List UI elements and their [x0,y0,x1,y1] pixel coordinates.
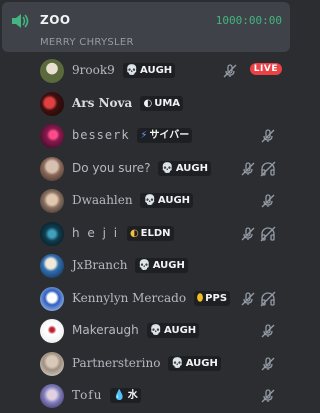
tag-badge: 💀 AUGH [146,323,200,338]
username: Partnersterino 💀 AUGH [72,355,221,371]
username: Do you sure? 💀 AUGH [72,160,211,176]
username: Dwaahlen 💀 AUGH [72,193,194,208]
username-text: Tofu [72,388,103,402]
username: JxBranch 💀 AUGH [72,258,188,273]
muted-icon [241,161,255,175]
avatar [40,286,64,311]
voice-user[interactable]: besserk ⚡ サイバー [36,120,288,153]
tag-badge: ◐ UMA [140,95,184,111]
username: 9rook9 💀 AUGH [72,63,176,78]
channel-status: MERRY CHRYSLER [40,37,134,48]
speaker-icon [12,14,29,28]
muted-icon [261,194,275,208]
muted-icon [241,291,255,305]
tag-badge: 💀 AUGH [122,63,176,78]
avatar [40,351,64,376]
username: Kennylyn Mercado ⬮ PPS [72,290,231,306]
voice-channel-header[interactable]: ZOO 1000:00:00 MERRY CHRYSLER [2,2,290,52]
tag-badge: ⬮ PPS [193,290,231,306]
avatar [40,221,64,246]
moon-icon: ◐ [143,97,153,109]
channel-name: ZOO [40,13,71,27]
avatar [40,124,64,148]
skull-icon: 💀 [138,260,151,271]
username-text: besserk [72,128,130,142]
username-text: 9rook9 [72,63,115,77]
live-badge: LIVE [249,63,282,75]
username: Tofu 💧 水 [72,388,141,403]
voice-user[interactable]: Do you sure? 💀 AUGH [36,153,288,186]
username-text: h e j i [72,225,120,240]
tag-badge: 💀 AUGH [158,160,211,176]
username: Ars Nova ◐ UMA [72,95,184,111]
username-text: Kennylyn Mercado [72,290,187,305]
username: Makeraugh 💀 AUGH [72,323,200,338]
avatar [40,254,64,278]
deafened-icon [260,291,276,306]
muted-icon [261,389,275,403]
muted-icon [261,129,275,143]
voice-user-list: 9rook9 💀 AUGH LIVE Ars Nova ◐ UMA besserk … [0,55,294,413]
moon-icon: ◐ [129,227,139,239]
tag-badge: 💧 水 [110,388,141,403]
avatar [40,189,64,213]
username: besserk ⚡ サイバー [72,128,193,143]
avatar [40,319,64,343]
avatar [40,156,64,181]
tag-badge: ◐ ELDN [126,225,174,241]
lightning-icon: ⚡ [140,130,148,141]
skull-icon: 💀 [161,162,174,174]
username-text: Dwaahlen [72,193,133,207]
muted-icon [261,356,275,370]
voice-user[interactable]: 9rook9 💀 AUGH LIVE [36,55,288,88]
voice-user[interactable]: Kennylyn Mercado ⬮ PPS [36,283,288,316]
voice-user[interactable]: Ars Nova ◐ UMA [36,88,288,121]
channel-timer: 1000:00:00 [215,14,282,27]
avatar [40,59,64,83]
skull-icon: 💀 [125,65,139,76]
username-text: Ars Nova [72,95,133,110]
username-text: JxBranch [72,258,128,272]
skull-icon: 💀 [149,325,163,336]
skull-icon: 💀 [143,195,156,206]
voice-user[interactable]: JxBranch 💀 AUGH [36,250,288,283]
username: h e j i ◐ ELDN [72,225,174,241]
deafened-icon [260,161,276,176]
tag-badge: 💀 AUGH [168,355,221,371]
voice-user[interactable]: Tofu 💧 水 [36,380,288,413]
muted-icon [241,226,255,240]
deafened-icon [260,226,276,241]
tag-badge: 💀 AUGH [140,193,194,208]
voice-user[interactable]: Partnersterino 💀 AUGH [36,348,288,381]
username-text: Partnersterino [72,355,161,370]
username-text: Makeraugh [72,323,139,337]
voice-user[interactable]: Makeraugh 💀 AUGH [36,315,288,348]
tag-badge: 💀 AUGH [135,258,188,273]
muted-icon [261,324,275,338]
skull-icon: 💀 [171,357,184,369]
pill-icon: ⬮ [196,292,204,304]
voice-user[interactable]: h e j i ◐ ELDN [36,218,288,251]
droplet-icon: 💧 [113,390,126,401]
avatar [40,91,64,116]
avatar [40,384,64,408]
muted-icon [223,64,237,78]
username-text: Do you sure? [72,160,151,175]
tag-badge: ⚡ サイバー [137,128,193,143]
voice-user[interactable]: Dwaahlen 💀 AUGH [36,185,288,218]
